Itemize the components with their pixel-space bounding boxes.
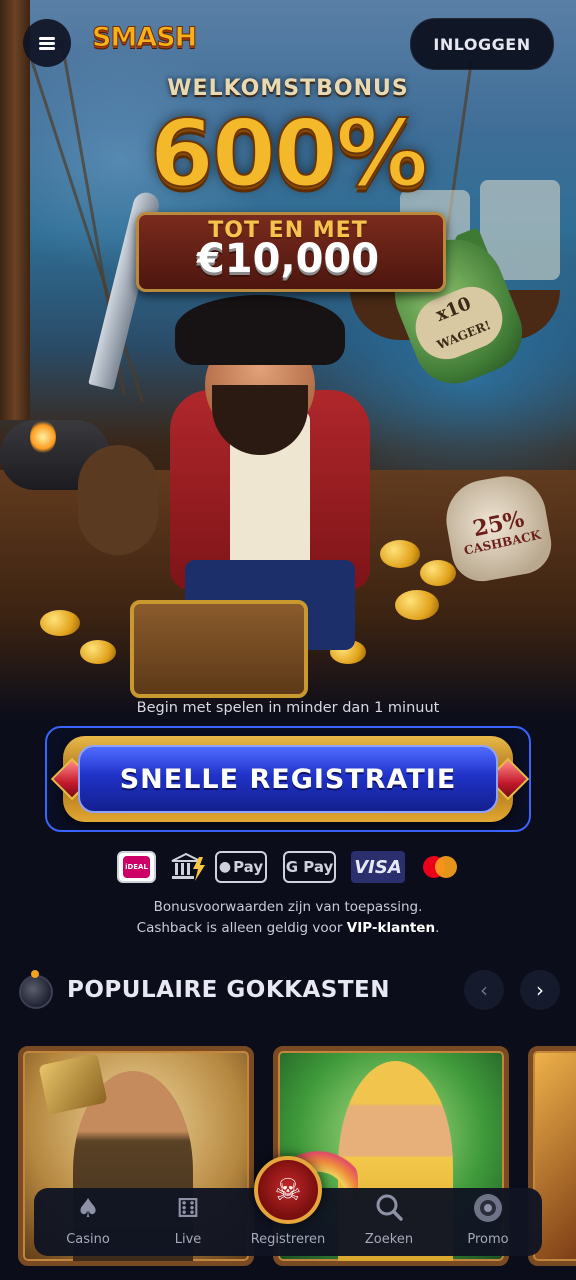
nav-live[interactable]: ⚅ Live <box>138 1192 238 1247</box>
nav-register[interactable]: Registreren <box>238 1192 338 1247</box>
wager-multiplier: x10 <box>433 293 475 326</box>
bonus-percent: 600% <box>149 100 429 207</box>
bonus-amount: €10,000 <box>196 236 380 282</box>
dice-icon: ⚅ <box>176 1194 200 1224</box>
nav-casino[interactable]: ♠ Casino <box>38 1192 138 1247</box>
nav-search-label: Zoeken <box>364 1232 414 1247</box>
vip-link[interactable]: VIP-klanten <box>347 920 435 936</box>
gold-coin <box>420 560 456 586</box>
nav-promo[interactable]: Promo <box>438 1192 538 1247</box>
search-icon <box>339 1192 439 1226</box>
visa-icon: VISA <box>351 851 405 883</box>
bomb-icon <box>19 970 53 1009</box>
terms-line-2: Cashback is alleen geldig voor VIP-klant… <box>0 918 576 939</box>
apple-pay-icon: ● Pay <box>215 851 267 883</box>
welcome-bonus-title: WELKOMSTBONUS <box>167 76 409 101</box>
ship-mast <box>0 0 30 420</box>
smash-logo[interactable]: SMASH <box>91 22 197 54</box>
promo-chip-icon <box>438 1192 538 1226</box>
gold-coin <box>80 640 116 664</box>
pirate-hat <box>175 295 345 365</box>
terms-line-1: Bonusvoorwaarden zijn van toepassing. <box>153 899 423 915</box>
nav-live-label: Live <box>174 1232 202 1247</box>
torch <box>30 420 56 454</box>
terms-line-2-suffix: . <box>435 920 440 936</box>
google-pay-icon: G Pay <box>283 851 336 883</box>
terms-line-2-text: Cashback is alleen geldig voor <box>136 920 347 936</box>
treasure-chest <box>130 600 308 698</box>
gold-coin <box>395 590 439 620</box>
nav-register-spacer <box>238 1192 338 1226</box>
chevron-right-icon[interactable]: › <box>520 970 560 1010</box>
bonus-terms: Bonusvoorwaarden zijn van toepassing. Ca… <box>0 897 576 939</box>
nav-promo-label: Promo <box>467 1232 509 1247</box>
nav-casino-label: Casino <box>66 1232 110 1247</box>
mastercard-icon <box>421 851 459 883</box>
chevron-left-icon[interactable]: ‹ <box>464 970 504 1010</box>
bank-transfer-icon <box>168 851 208 883</box>
hero-banner: x10 WAGER! 25% CASHBACK WELKOMSTBONUS 60… <box>0 0 576 720</box>
gold-coin <box>380 540 420 568</box>
nav-register-label: Registreren <box>250 1232 326 1247</box>
gold-coin <box>40 610 80 636</box>
apple-logo-icon: ● <box>218 859 232 875</box>
ideal-label: iDEAL <box>123 856 150 878</box>
quick-register-button[interactable]: SNELLE REGISTRATIE <box>78 745 498 813</box>
spade-icon: ♠ <box>76 1194 100 1224</box>
section-title: POPULAIRE GOKKASTEN <box>67 977 390 1003</box>
monkey-character <box>78 445 158 555</box>
menu-button[interactable] <box>23 19 71 67</box>
nav-search[interactable]: Zoeken <box>339 1192 439 1247</box>
ideal-icon: iDEAL <box>117 851 156 883</box>
login-button[interactable]: INLOGGEN <box>410 18 554 70</box>
registration-subline: Begin met spelen in minder dan 1 minuut <box>136 700 440 716</box>
apple-pay-label: Pay <box>233 858 264 876</box>
hamburger-icon <box>39 37 55 50</box>
